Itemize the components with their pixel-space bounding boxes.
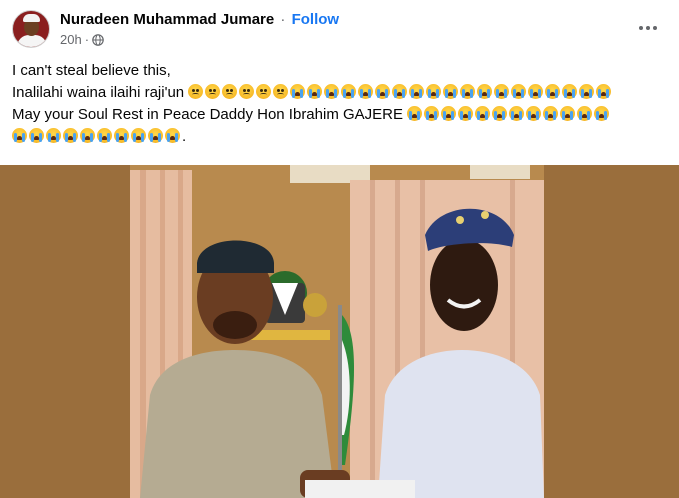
crying-emoji-icon xyxy=(424,106,440,121)
crying-emoji-icon xyxy=(324,84,340,99)
post-line-4: . xyxy=(12,126,672,148)
crying-emoji-icon xyxy=(511,84,527,99)
author-avatar[interactable] xyxy=(12,10,50,48)
photo-illustration xyxy=(0,165,679,498)
crying-emoji-icon xyxy=(560,106,576,121)
crying-emoji-icon xyxy=(509,106,525,121)
crying-emoji-icon xyxy=(458,106,474,121)
crying-emoji-icon xyxy=(114,128,129,143)
crying-emoji-icon xyxy=(307,84,323,99)
crying-emoji-icon xyxy=(409,84,425,99)
crying-emoji-icon xyxy=(407,106,423,121)
crying-emoji-icon xyxy=(477,84,493,99)
crying-emoji-icon xyxy=(63,128,78,143)
crying-emoji-icon xyxy=(594,106,610,121)
crying-emoji-icon xyxy=(341,84,357,99)
post-line-2-text: Inalilahi waina ilaihi raji'un xyxy=(12,84,185,101)
crying-emoji-icon xyxy=(543,106,559,121)
crying-emoji-icon xyxy=(562,84,578,99)
separator-dot: · xyxy=(280,11,286,28)
crying-emoji-icon xyxy=(358,84,374,99)
sad-emoji-icon xyxy=(239,84,255,99)
crying-emoji-icon xyxy=(494,84,510,99)
more-options-icon[interactable] xyxy=(636,16,660,40)
crying-emoji-icon xyxy=(392,84,408,99)
avatar-cap xyxy=(23,14,40,22)
globe-icon[interactable] xyxy=(92,33,104,46)
crying-emoji-icon xyxy=(148,128,163,143)
post-line-1-text: I can't steal believe this, xyxy=(12,62,171,79)
crying-emoji-icon xyxy=(12,128,27,143)
avatar-robe xyxy=(17,35,47,47)
follow-button[interactable]: Follow xyxy=(292,11,340,28)
emoji-row-4 xyxy=(12,128,182,145)
post-text: I can't steal believe this, Inalilahi wa… xyxy=(12,60,672,148)
sad-emoji-icon xyxy=(256,84,272,99)
author-name[interactable]: Nuradeen Muhammad Jumare xyxy=(60,11,274,28)
sad-emoji-icon xyxy=(222,84,238,99)
crying-emoji-icon xyxy=(460,84,476,99)
crying-emoji-icon xyxy=(97,128,112,143)
author-line: Nuradeen Muhammad Jumare · Follow xyxy=(60,11,339,28)
crying-emoji-icon xyxy=(46,128,61,143)
sad-emoji-icon xyxy=(188,84,204,99)
crying-emoji-icon xyxy=(290,84,306,99)
crying-emoji-icon xyxy=(596,84,612,99)
crying-emoji-icon xyxy=(80,128,95,143)
crying-emoji-icon xyxy=(528,84,544,99)
emoji-row-3 xyxy=(407,106,611,123)
post-line-3: May your Soul Rest in Peace Daddy Hon Ib… xyxy=(12,104,672,126)
post-line-3-text: May your Soul Rest in Peace Daddy Hon Ib… xyxy=(12,106,404,123)
emoji-row-2 xyxy=(188,84,613,101)
meta-separator: · xyxy=(84,32,90,47)
post-line-1: I can't steal believe this, xyxy=(12,60,672,82)
crying-emoji-icon xyxy=(545,84,561,99)
crying-emoji-icon xyxy=(426,84,442,99)
post-line-4-suffix: . xyxy=(182,128,187,145)
crying-emoji-icon xyxy=(526,106,542,121)
crying-emoji-icon xyxy=(492,106,508,121)
crying-emoji-icon xyxy=(579,84,595,99)
crying-emoji-icon xyxy=(443,84,459,99)
crying-emoji-icon xyxy=(475,106,491,121)
post-header: Nuradeen Muhammad Jumare · Follow 20h · xyxy=(0,0,679,56)
crying-emoji-icon xyxy=(131,128,146,143)
crying-emoji-icon xyxy=(165,128,180,143)
post-timestamp[interactable]: 20h xyxy=(60,32,82,47)
post-meta: 20h · xyxy=(60,32,104,47)
crying-emoji-icon xyxy=(577,106,593,121)
post-line-2: Inalilahi waina ilaihi raji'un xyxy=(12,82,672,104)
crying-emoji-icon xyxy=(29,128,44,143)
sad-emoji-icon xyxy=(205,84,221,99)
sad-emoji-icon xyxy=(273,84,289,99)
crying-emoji-icon xyxy=(375,84,391,99)
crying-emoji-icon xyxy=(441,106,457,121)
post-photo[interactable] xyxy=(0,165,679,498)
